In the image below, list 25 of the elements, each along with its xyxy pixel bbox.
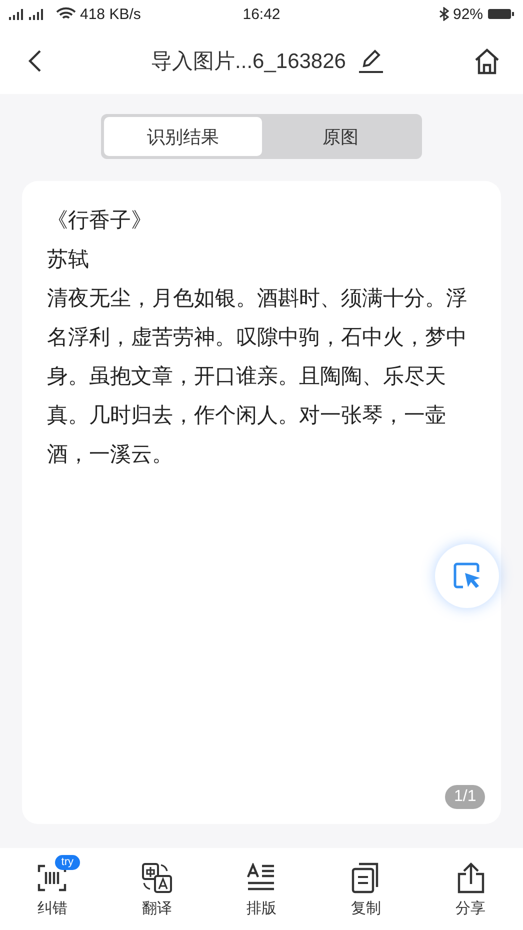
- network-speed: 418 KB/s: [80, 6, 141, 22]
- text-align-icon: [246, 862, 276, 892]
- bluetooth-icon: [438, 7, 449, 21]
- back-icon[interactable]: [28, 49, 42, 73]
- battery-icon: [487, 7, 516, 21]
- battery-level: 92%: [452, 6, 484, 22]
- wifi-icon: [56, 7, 76, 21]
- edit-icon[interactable]: [358, 49, 384, 73]
- document-title: 导入图片...6_163826: [151, 49, 346, 75]
- try-badge: try: [55, 854, 80, 870]
- poem-author: 苏轼: [47, 247, 90, 273]
- poem-title: 《行香子》: [47, 208, 153, 234]
- toolbar-button[interactable]: 排版: [209, 848, 314, 930]
- toolbar-button[interactable]: try 纠错: [0, 848, 105, 930]
- translate-icon: [140, 862, 173, 894]
- toolbar-button[interactable]: 分享: [418, 848, 523, 930]
- toolbar-button[interactable]: 复制: [314, 848, 418, 930]
- clock-time: 16:42: [242, 6, 280, 22]
- view-tab[interactable]: 原图: [262, 117, 419, 156]
- view-tab[interactable]: 识别结果: [104, 117, 262, 156]
- share-icon: [456, 862, 485, 894]
- cursor-select-icon: [452, 561, 482, 591]
- poem-text: 清夜无尘，月色如银。酒斟时、须满十分。浮名浮利，虚苦劳神。叹隙中驹，石中火，梦中身。虽抱文章，开口谁亲。且陶陶、乐尽天真。几时归去，作个闲人。对一张琴，一壶酒，一溪云。: [47, 286, 468, 468]
- home-icon[interactable]: [473, 47, 501, 75]
- toolbar-button[interactable]: 翻译: [104, 848, 210, 930]
